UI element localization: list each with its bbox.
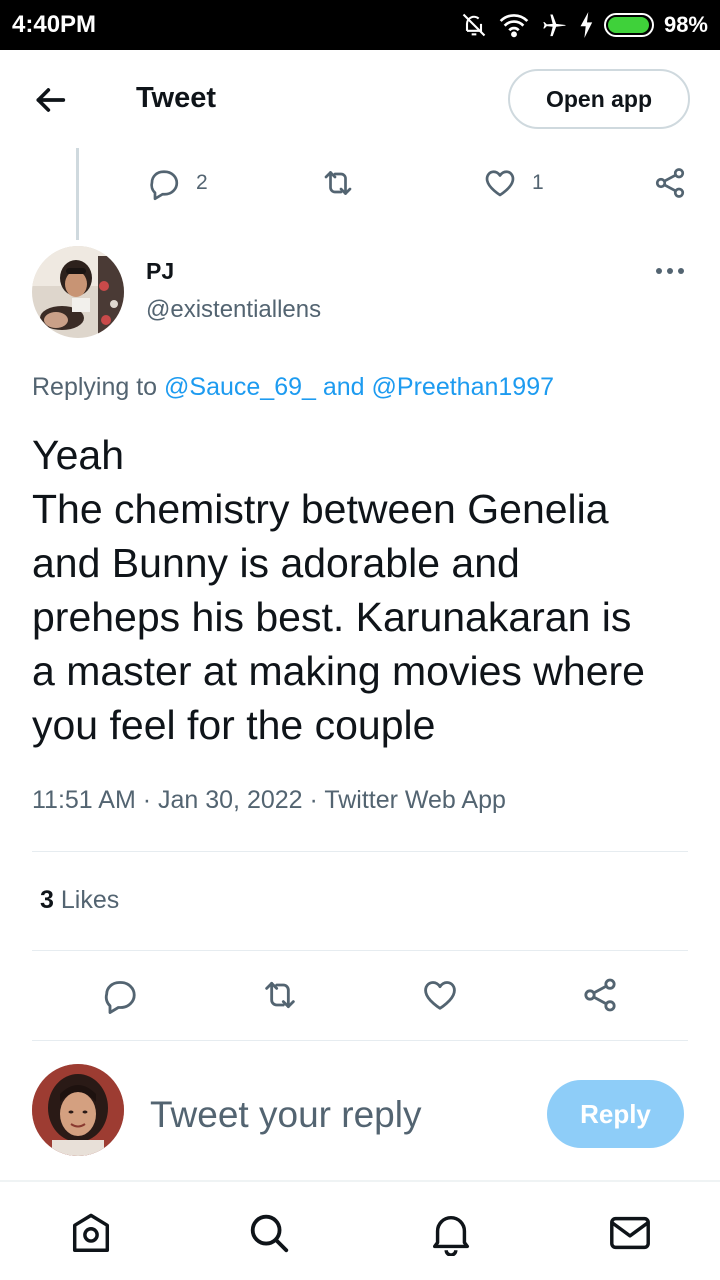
likes-count[interactable]: 3 Likes	[40, 886, 119, 915]
mute-bell-icon	[460, 11, 488, 39]
divider	[32, 851, 688, 852]
tweet-timestamp[interactable]: 11:51 AM · Jan 30, 2022 · Twitter Web Ap…	[32, 786, 506, 815]
replying-prefix: Replying to	[32, 373, 158, 401]
tweet-text: Yeah The chemistry between Genelia and B…	[32, 428, 692, 752]
parent-like-count: 1	[532, 171, 544, 194]
tweet-text-line: The chemistry between Genelia	[32, 486, 609, 532]
user-avatar[interactable]	[32, 1064, 124, 1156]
page-title: Tweet	[136, 82, 217, 114]
reply-button[interactable]: Reply	[547, 1080, 684, 1148]
parent-like-action[interactable]: 1	[482, 165, 544, 201]
messages-icon[interactable]	[607, 1210, 653, 1256]
charging-icon	[580, 12, 594, 38]
divider	[32, 950, 688, 951]
wifi-icon	[498, 11, 530, 39]
parent-reply-action[interactable]: 2	[146, 165, 208, 201]
parent-share-action[interactable]	[652, 165, 688, 201]
author-name[interactable]: PJ	[146, 258, 174, 285]
mention-conjunction[interactable]: and	[323, 373, 365, 401]
parent-reply-count: 2	[196, 171, 208, 194]
tweet-text-line: you feel for the couple	[32, 702, 436, 748]
share-icon	[652, 165, 688, 201]
mention-link[interactable]: @Sauce_69_	[164, 373, 316, 401]
heart-icon[interactable]	[420, 975, 460, 1015]
heart-icon	[482, 165, 518, 201]
battery-icon	[603, 13, 654, 37]
tweet-text-line: preheps his best. Karunakaran is	[32, 594, 632, 640]
divider	[32, 1040, 688, 1041]
reply-icon[interactable]	[100, 975, 140, 1015]
author-handle[interactable]: @existentiallens	[146, 296, 321, 324]
status-icons: 98%	[460, 8, 708, 42]
battery-fill	[607, 17, 650, 33]
back-arrow-icon[interactable]	[30, 80, 70, 120]
reply-icon	[146, 165, 182, 201]
search-icon[interactable]	[246, 1210, 292, 1256]
retweet-icon	[320, 165, 356, 201]
open-app-button[interactable]: Open app	[508, 69, 690, 129]
status-bar: 4:40PM 98%	[0, 0, 720, 50]
mention-link[interactable]: @Preethan1997	[372, 373, 554, 401]
airplane-icon	[540, 11, 570, 39]
author-avatar[interactable]	[32, 246, 124, 338]
status-time: 4:40PM	[12, 11, 97, 38]
reply-input[interactable]	[150, 1090, 510, 1140]
retweet-icon[interactable]	[260, 975, 300, 1015]
parent-retweet-action[interactable]	[320, 165, 356, 201]
tweet-text-line: and Bunny is adorable and	[32, 540, 520, 586]
likes-number: 3	[40, 886, 54, 914]
home-icon[interactable]	[68, 1210, 114, 1256]
bottom-navigation	[0, 1180, 720, 1280]
top-header: Tweet Open app	[0, 50, 720, 148]
tweet-text-line: a master at making movies where	[32, 648, 645, 694]
likes-label: Likes	[60, 886, 120, 914]
battery-percent: 98%	[663, 12, 708, 37]
tweet-actions	[0, 975, 720, 1019]
more-options-icon[interactable]	[650, 258, 690, 284]
replying-to: Replying to @Sauce_69_ and @Preethan1997	[32, 373, 554, 402]
parent-tweet-actions: 2 1	[0, 165, 720, 209]
share-icon[interactable]	[580, 975, 620, 1015]
tweet-text-line: Yeah	[32, 432, 124, 478]
notifications-icon[interactable]	[428, 1210, 474, 1256]
